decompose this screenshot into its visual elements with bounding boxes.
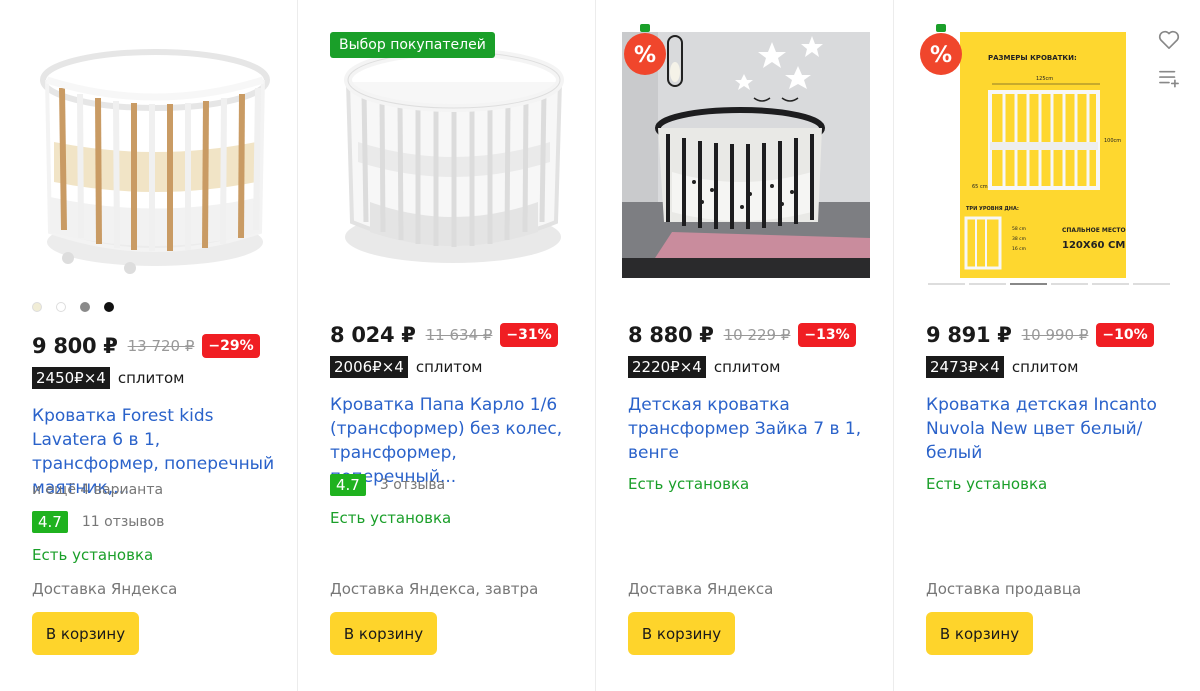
product-image[interactable]: [32, 32, 278, 278]
color-swatches[interactable]: [32, 302, 114, 312]
split-badge: 2473₽×4: [926, 356, 1004, 378]
svg-text:%: %: [634, 43, 656, 68]
price-row: 8 880 ₽ 10 229 ₽ −13%: [628, 323, 856, 347]
discount-badge: −10%: [1096, 323, 1154, 347]
heart-icon[interactable]: [1158, 30, 1180, 50]
sale-percent-icon: %: [624, 24, 666, 75]
discount-badge: −29%: [202, 334, 260, 358]
delivery-info: Доставка продавца: [926, 580, 1082, 598]
reviews-count[interactable]: 11 отзывов: [82, 514, 165, 530]
carousel-bar[interactable]: [1092, 283, 1129, 285]
product-grid: 9 800 ₽ 13 720 ₽ −29% 2450₽×4 сплитом Кр…: [0, 0, 1200, 691]
delivery-info: Доставка Яндекса, завтра: [330, 580, 539, 598]
product-image[interactable]: Выбор покупателей: [330, 32, 576, 278]
product-image[interactable]: РАЗМЕРЫ КРОВАТКИ: 125cm 100cm 65 cm ТРИ …: [960, 32, 1126, 278]
install-label: Есть установка: [926, 475, 1048, 493]
price: 8 024 ₽: [330, 323, 416, 347]
image-width-label: 125cm: [1036, 76, 1053, 82]
image-leg-label: 65 cm: [972, 184, 988, 190]
color-swatch[interactable]: [56, 302, 66, 312]
price: 8 880 ₽: [628, 323, 714, 347]
image-level-1: 58 cm: [1012, 226, 1026, 232]
install-label: Есть установка: [628, 475, 750, 493]
product-title[interactable]: Кроватка детская Incanto Nuvola New цвет…: [926, 393, 1178, 465]
image-sleep-size: 120X60 СМ: [1062, 240, 1125, 251]
carousel-bar[interactable]: [1133, 283, 1170, 285]
image-level-2: 38 cm: [1012, 236, 1026, 242]
reviews-count[interactable]: 3 отзыва: [380, 477, 445, 493]
variants-link[interactable]: и ещё 4 варианта: [32, 482, 163, 498]
add-to-cart-button[interactable]: В корзину: [628, 612, 735, 655]
split-row[interactable]: 2473₽×4 сплитом: [926, 356, 1078, 378]
delivery-info: Доставка Яндекса: [32, 580, 178, 598]
image-sleep-label: СПАЛЬНОЕ МЕСТО: [1062, 227, 1126, 234]
product-title[interactable]: Детская кроватка трансформер Зайка 7 в 1…: [628, 393, 880, 465]
customer-choice-badge: Выбор покупателей: [330, 32, 495, 58]
old-price: 10 229 ₽: [723, 326, 791, 344]
price-row: 9 891 ₽ 10 990 ₽ −10%: [926, 323, 1154, 347]
product-card[interactable]: РАЗМЕРЫ КРОВАТКИ: 125cm 100cm 65 cm ТРИ …: [894, 0, 1200, 691]
color-swatch[interactable]: [104, 302, 114, 312]
product-card[interactable]: 9 800 ₽ 13 720 ₽ −29% 2450₽×4 сплитом Кр…: [0, 0, 298, 691]
image-levels-label: ТРИ УРОВНЯ ДНА:: [966, 206, 1019, 212]
carousel-bar[interactable]: [1010, 283, 1047, 285]
price: 9 800 ₽: [32, 334, 118, 358]
split-row[interactable]: 2006₽×4 сплитом: [330, 356, 482, 378]
sale-percent-icon: %: [920, 24, 962, 75]
svg-text:%: %: [930, 43, 952, 68]
split-badge: 2006₽×4: [330, 356, 408, 378]
split-label: сплитом: [1011, 358, 1079, 376]
split-row[interactable]: 2220₽×4 сплитом: [628, 356, 780, 378]
price-row: 8 024 ₽ 11 634 ₽ −31%: [330, 323, 558, 347]
add-to-cart-button[interactable]: В корзину: [32, 612, 139, 655]
color-swatch[interactable]: [80, 302, 90, 312]
card-actions: [1158, 30, 1180, 92]
image-level-3: 16 cm: [1012, 246, 1026, 252]
delivery-info: Доставка Яндекса: [628, 580, 774, 598]
add-to-cart-button[interactable]: В корзину: [330, 612, 437, 655]
price: 9 891 ₽: [926, 323, 1012, 347]
old-price: 13 720 ₽: [127, 337, 195, 355]
split-label: сплитом: [415, 358, 483, 376]
split-badge: 2220₽×4: [628, 356, 706, 378]
split-row[interactable]: 2450₽×4 сплитом: [32, 367, 184, 389]
color-swatch[interactable]: [32, 302, 42, 312]
discount-badge: −13%: [798, 323, 856, 347]
split-label: сплитом: [713, 358, 781, 376]
rating-badge: 4.7: [330, 474, 366, 496]
split-badge: 2450₽×4: [32, 367, 110, 389]
compare-list-icon[interactable]: [1158, 68, 1180, 88]
image-height-label: 100cm: [1104, 138, 1121, 144]
product-card[interactable]: % 8 880 ₽ 10 229 ₽ −13% 2220₽×4 сплитом …: [596, 0, 894, 691]
split-label: сплитом: [117, 369, 185, 387]
install-label: Есть установка: [32, 546, 154, 564]
old-price: 11 634 ₽: [425, 326, 493, 344]
carousel-bar[interactable]: [928, 283, 965, 285]
rating-badge: 4.7: [32, 511, 68, 533]
carousel-bar[interactable]: [969, 283, 1006, 285]
rating-row[interactable]: 4.7 11 отзывов: [32, 511, 164, 533]
rating-row[interactable]: 4.7 3 отзыва: [330, 474, 445, 496]
price-row: 9 800 ₽ 13 720 ₽ −29%: [32, 334, 260, 358]
discount-badge: −31%: [500, 323, 558, 347]
old-price: 10 990 ₽: [1021, 326, 1089, 344]
carousel-bar[interactable]: [1051, 283, 1088, 285]
install-label: Есть установка: [330, 509, 452, 527]
add-to-cart-button[interactable]: В корзину: [926, 612, 1033, 655]
image-carousel-indicator[interactable]: [928, 283, 1170, 285]
product-card[interactable]: Выбор покупателей 8 024 ₽ 11 634 ₽ −31% …: [298, 0, 596, 691]
image-heading: РАЗМЕРЫ КРОВАТКИ:: [988, 54, 1077, 62]
